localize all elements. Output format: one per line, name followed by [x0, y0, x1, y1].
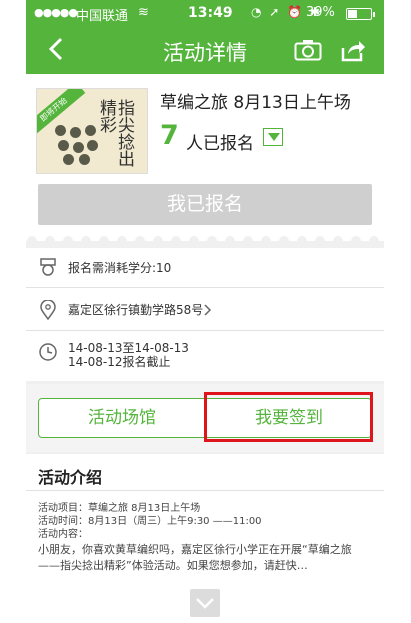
divider [26, 490, 384, 491]
triangle-down-icon [268, 133, 280, 141]
address-text: 嘉定区徐行镇勤学路58号 [68, 303, 204, 317]
status-bar: ●●●●● 中国联通 ≋ 13:49 ◔ ➚ ⏰ ✱ 39% [26, 0, 384, 26]
medal-icon [40, 258, 56, 276]
chevron-right-icon [204, 304, 212, 316]
intro-project: 活动项目：草编之旅 8月13日上午场 [38, 503, 201, 514]
thumbnail-calligraphy: 指尖捻出精彩 [96, 99, 134, 167]
venue-button[interactable]: 活动场馆 [39, 399, 206, 437]
location-pin-icon [40, 300, 56, 320]
battery-icon [346, 8, 375, 20]
date-range: 14-08-13至14-08-13 [68, 341, 189, 355]
intro-body: 小朋友，你喜欢黄草编织吗，嘉定区徐行小学正在开展“草编之旅——指尖捻出精彩”体验… [38, 543, 352, 572]
credits-text: 报名需消耗学分:10 [68, 261, 172, 275]
signal-icon: ●●●●● [34, 6, 78, 19]
intro-content-label: 活动内容： [38, 529, 88, 540]
carrier-label: 中国联通 [76, 9, 129, 24]
registered-label: 人已报名 [186, 134, 254, 154]
intro-time: 活动时间：8月13日（周三）上午9:30 ——11:00 [38, 516, 262, 527]
page-title: 活动详情 [163, 41, 247, 65]
schedule-text: 14-08-13至14-08-13 14-08-12报名截止 [68, 341, 189, 369]
thumbnail-photos [55, 125, 99, 165]
registered-count: 7 [160, 120, 179, 151]
camera-icon[interactable] [294, 39, 322, 61]
credits-row: 报名需消耗学分:10 [26, 248, 384, 288]
registration-deadline: 14-08-12报名截止 [68, 355, 171, 369]
event-info: 报名需消耗学分:10 嘉定区徐行镇勤学路58号 14-08-13至14-08-1… [26, 248, 384, 381]
event-thumbnail[interactable]: 即将开始 指尖捻出精彩 [36, 88, 148, 174]
registrants-dropdown-button[interactable] [263, 128, 283, 146]
address-row[interactable]: 嘉定区徐行镇勤学路58号 [26, 288, 384, 331]
chevron-down-icon [196, 598, 214, 609]
schedule-row: 14-08-13至14-08-13 14-08-12报名截止 [26, 331, 384, 381]
battery-percent: 39% [306, 5, 335, 20]
highlight-box [204, 392, 373, 442]
registered-button[interactable]: 我已报名 [38, 184, 372, 225]
status-time: 13:49 [188, 5, 233, 21]
expand-button[interactable] [190, 589, 220, 617]
intro-title: 活动介绍 [38, 468, 103, 487]
ticket-edge-divider [26, 236, 384, 246]
wifi-icon: ≋ [138, 5, 149, 20]
event-title: 草编之旅 8月13日上午场 [160, 93, 351, 113]
nav-bar: 活动详情 [26, 26, 384, 74]
clock-icon [39, 343, 57, 361]
event-card: 即将开始 指尖捻出精彩 草编之旅 8月13日上午场 7 人已报名 我已报名 [26, 74, 384, 241]
share-icon[interactable] [340, 38, 366, 62]
